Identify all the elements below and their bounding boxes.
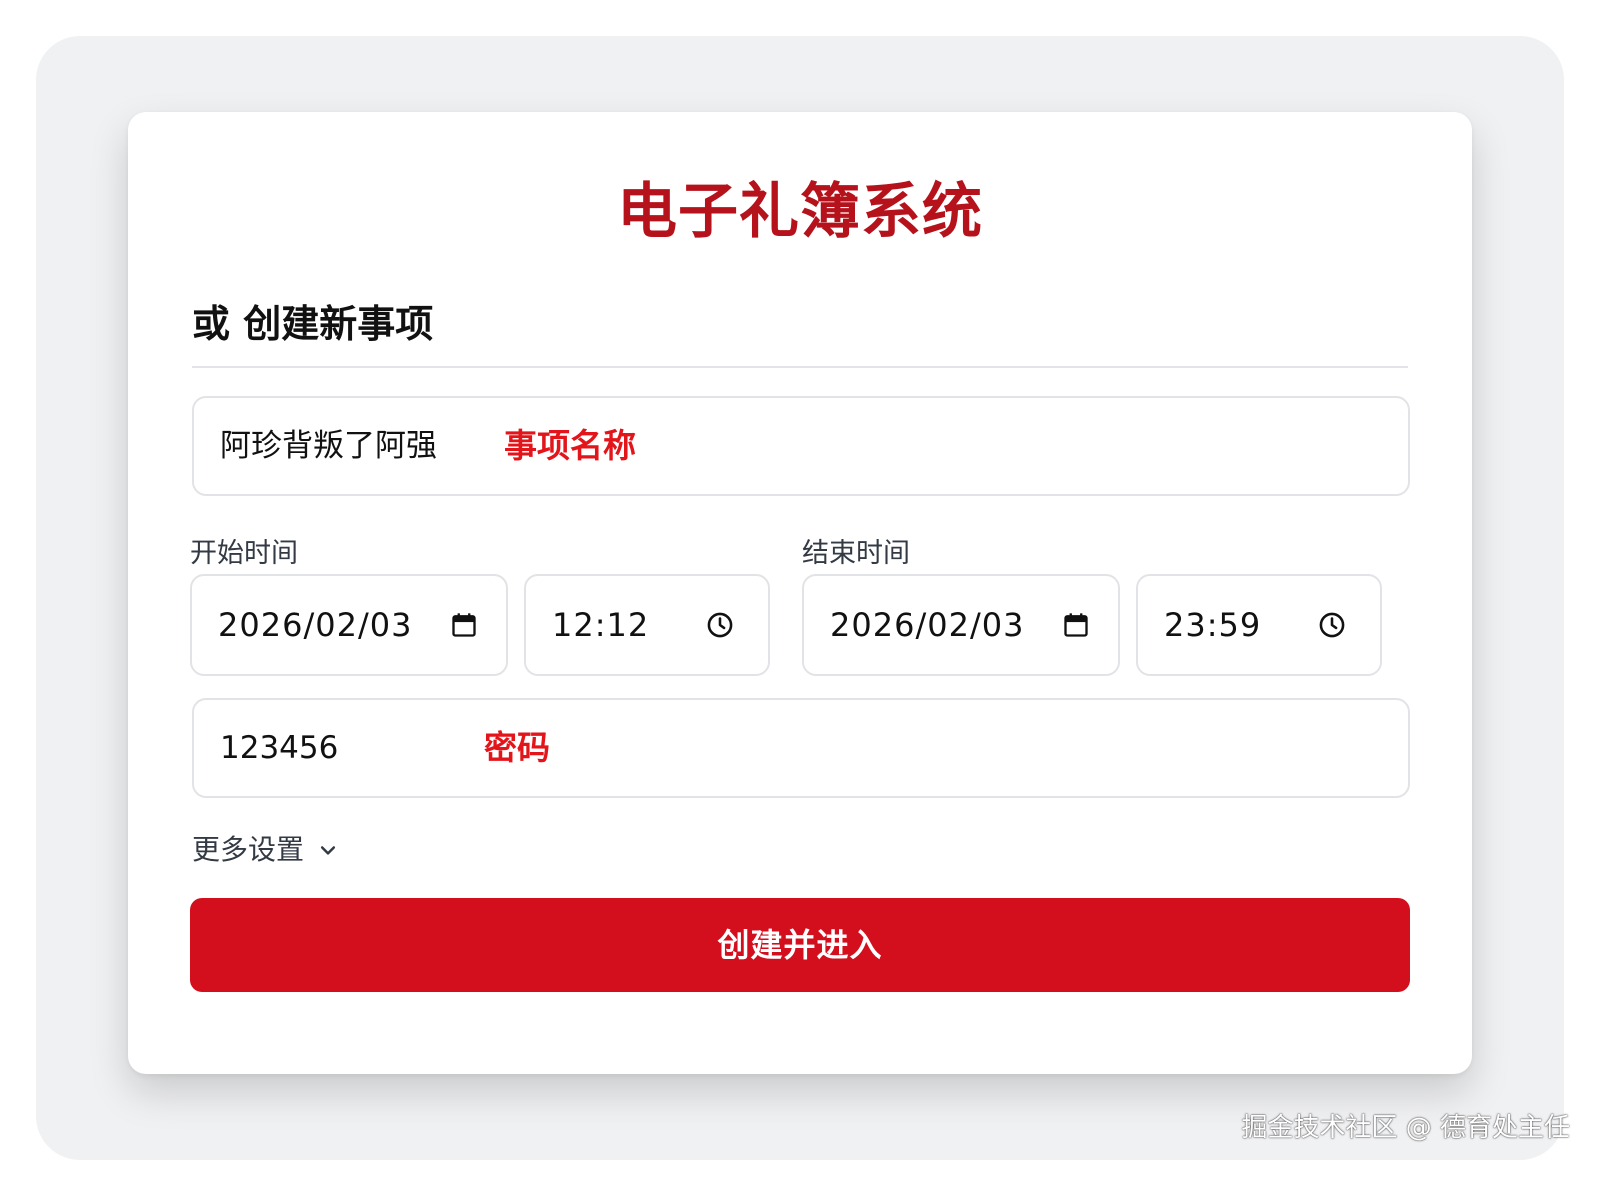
event-name-annotation: 事项名称 <box>504 426 636 465</box>
more-settings-label: 更多设置 <box>192 833 305 866</box>
end-date-value: 2026/02/03 <box>830 606 1025 644</box>
create-and-enter-button[interactable]: 创建并进入 <box>190 898 1410 992</box>
start-time-label: 开始时间 <box>190 538 298 569</box>
more-settings-toggle[interactable]: 更多设置 <box>192 830 338 870</box>
end-time-label: 结束时间 <box>802 538 910 569</box>
start-date-value: 2026/02/03 <box>218 606 413 644</box>
password-value: 123456 <box>220 730 339 766</box>
app-title: 电子礼簿系统 <box>617 177 983 247</box>
section-title: 或 创建新事项 <box>192 302 434 346</box>
start-time-picker[interactable]: 12:12 <box>524 574 770 676</box>
event-name-input[interactable]: 阿珍背叛了阿强 事项名称 <box>192 396 1410 496</box>
watermark: 掘金技术社区 @ 德育处主任 <box>1241 1113 1570 1143</box>
end-time-value: 23:59 <box>1164 606 1262 644</box>
calendar-icon[interactable] <box>1062 611 1090 639</box>
clock-icon[interactable] <box>1318 611 1346 639</box>
password-input[interactable]: 123456 密码 <box>192 698 1410 798</box>
end-date-picker[interactable]: 2026/02/03 <box>802 574 1120 676</box>
start-time-value: 12:12 <box>552 606 650 644</box>
divider <box>192 366 1408 368</box>
calendar-icon[interactable] <box>450 611 478 639</box>
create-event-card: 电子礼簿系统 或 创建新事项 阿珍背叛了阿强 事项名称 开始时间 2026/02… <box>128 112 1472 1074</box>
end-time-picker[interactable]: 23:59 <box>1136 574 1382 676</box>
start-date-picker[interactable]: 2026/02/03 <box>190 574 508 676</box>
clock-icon[interactable] <box>706 611 734 639</box>
event-name-value: 阿珍背叛了阿强 <box>220 428 437 464</box>
password-annotation: 密码 <box>484 728 550 767</box>
chevron-down-icon <box>320 846 336 855</box>
